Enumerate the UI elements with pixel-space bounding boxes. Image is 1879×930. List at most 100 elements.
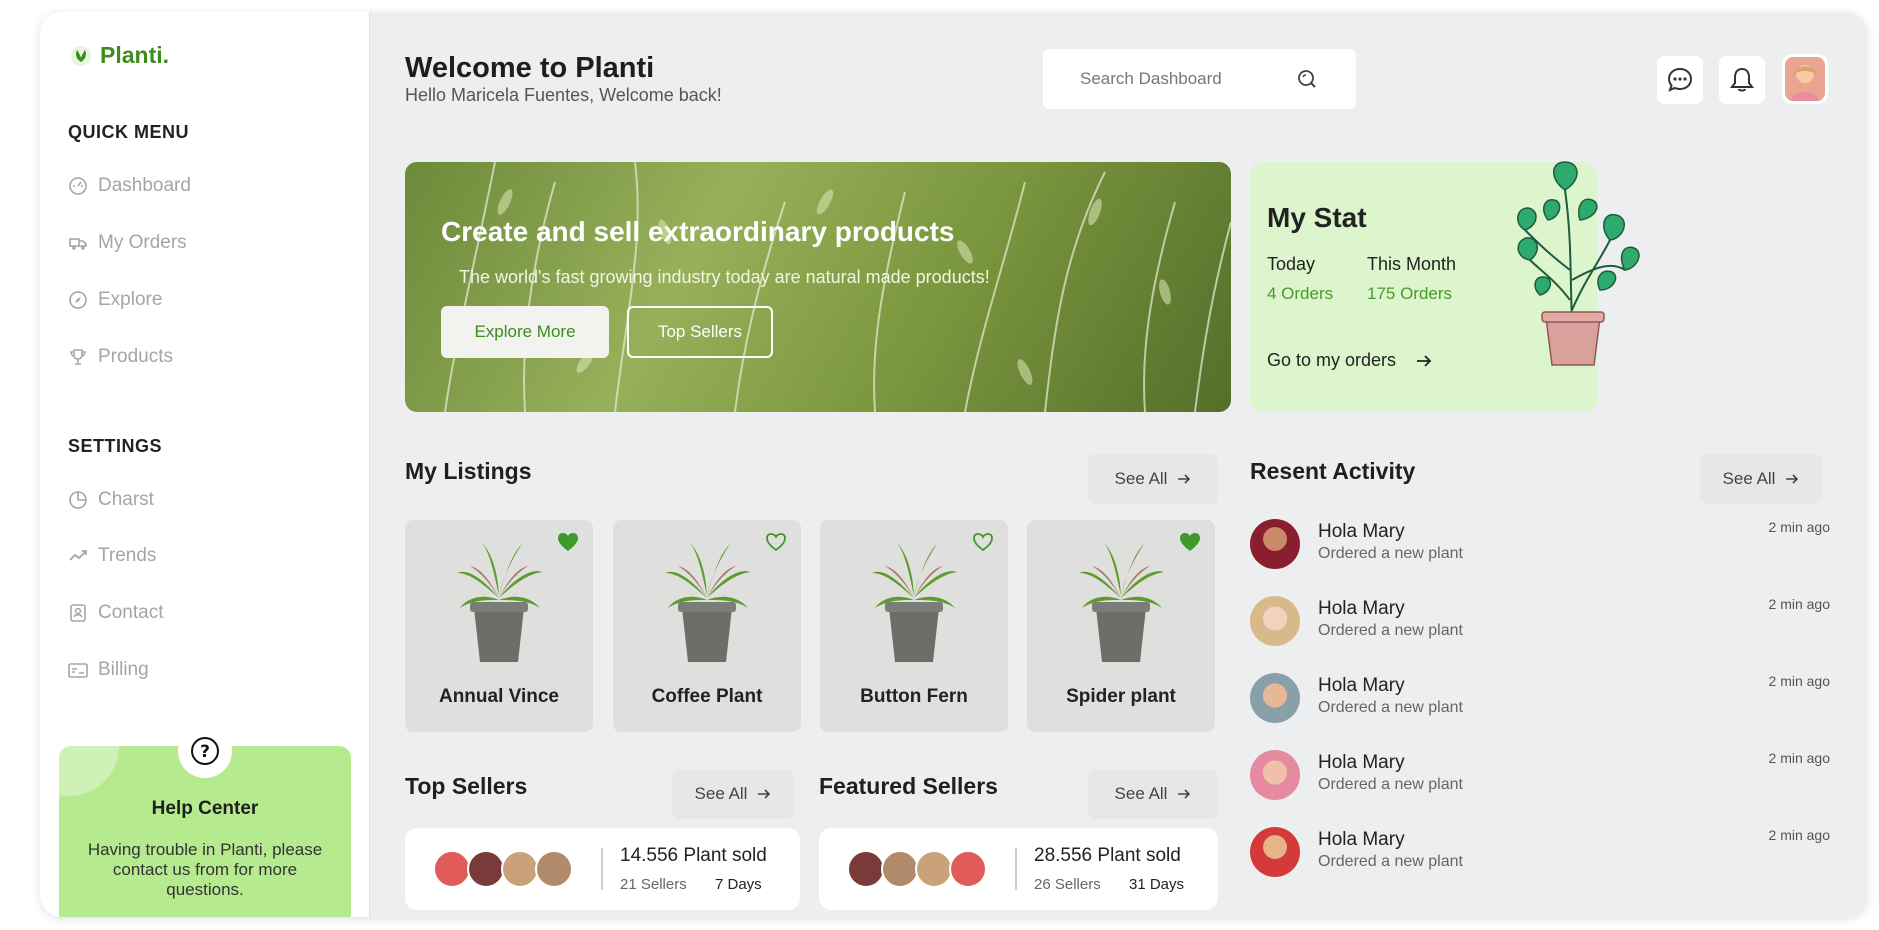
hero-title: Create and sell extraordinary products (441, 216, 955, 247)
avatar (1250, 827, 1300, 877)
messages-button[interactable] (1657, 56, 1703, 104)
stat-today-label: Today (1267, 254, 1316, 274)
period-label: 7 Days (715, 876, 762, 893)
period-label: 31 Days (1129, 876, 1185, 893)
hero-banner: Create and sell extraordinary products T… (405, 162, 1231, 412)
search-placeholder: Search Dashboard (1080, 69, 1222, 88)
page-subtitle: Hello Maricela Fuentes, Welcome back! (405, 85, 722, 105)
listing-card[interactable]: Annual Vince (405, 520, 593, 732)
listing-name: Button Fern (860, 686, 968, 707)
sidebar-item-trends[interactable]: Trends (68, 545, 156, 567)
decorative-blob (59, 746, 119, 796)
sidebar-item-contact[interactable]: Contact (68, 602, 163, 624)
sidebar-item-dashboard[interactable]: Dashboard (68, 175, 191, 197)
avatar (1250, 519, 1300, 569)
arrow-right-icon (758, 789, 771, 799)
sidebar-item-label: Explore (98, 289, 163, 310)
contact-icon (70, 604, 86, 622)
brand-logo[interactable]: Planti. (70, 42, 169, 69)
avatar (535, 850, 573, 888)
go-to-orders-link[interactable]: Go to my orders (1267, 350, 1432, 371)
search-icon[interactable] (1296, 68, 1318, 90)
pie-chart-icon (69, 491, 87, 509)
featured-sellers-see-all-button[interactable]: See All (1088, 769, 1218, 819)
listings-see-all-button[interactable]: See All (1088, 454, 1218, 504)
sidebar-item-label: Billing (98, 659, 149, 680)
activity-item[interactable]: Hola Mary Ordered a new plant 2 min ago (1250, 673, 1830, 733)
avatar (1250, 750, 1300, 800)
sidebar-item-label: Contact (98, 602, 164, 623)
explore-more-button[interactable]: Explore More (441, 306, 609, 358)
avatar (1250, 596, 1300, 646)
see-all-label: See All (1114, 469, 1168, 488)
avatar (1250, 673, 1300, 723)
quick-menu-title: QUICK MENU (68, 122, 189, 142)
heart-filled-icon[interactable] (1179, 532, 1201, 552)
sidebar-item-charst[interactable]: Charst (68, 489, 154, 511)
chat-icon (1667, 67, 1693, 92)
activity-item[interactable]: Hola Mary Ordered a new plant 2 min ago (1250, 596, 1830, 656)
top-sellers-summary: 14.556 Plant sold 21 Sellers 7 Days (405, 828, 800, 910)
listing-card[interactable]: Button Fern (820, 520, 1008, 732)
trend-icon (69, 550, 87, 561)
activity-time: 2 min ago (1768, 596, 1830, 612)
activity-item[interactable]: Hola Mary Ordered a new plant 2 min ago (1250, 519, 1830, 579)
activity-item[interactable]: Hola Mary Ordered a new plant 2 min ago (1250, 827, 1830, 887)
activity-name: Hola Mary (1318, 829, 1405, 850)
avatar (433, 850, 471, 888)
go-to-orders-label: Go to my orders (1267, 350, 1397, 370)
help-button[interactable]: ? (178, 724, 232, 778)
plant-image (1079, 543, 1164, 662)
top-sellers-button[interactable]: Top Sellers (627, 306, 773, 358)
arrow-right-icon (1178, 789, 1191, 799)
seller-avatars (433, 850, 573, 888)
stat-month-value: 175 Orders (1367, 284, 1453, 303)
sidebar-item-billing[interactable]: Billing (68, 659, 149, 681)
arrow-right-icon (1417, 354, 1432, 367)
compass-icon (69, 291, 87, 309)
notifications-button[interactable] (1719, 56, 1765, 104)
heart-filled-icon[interactable] (557, 532, 579, 552)
settings-title: SETTINGS (68, 436, 163, 456)
stat-title: My Stat (1267, 202, 1367, 233)
bell-icon (1730, 67, 1754, 92)
sidebar-item-label: Dashboard (98, 175, 191, 196)
activity-time: 2 min ago (1768, 827, 1830, 843)
top-sellers-see-all-button[interactable]: See All (672, 769, 794, 819)
activity-item[interactable]: Hola Mary Ordered a new plant 2 min ago (1250, 750, 1830, 810)
sidebar-item-label: Charst (98, 489, 154, 510)
plant-image (665, 543, 750, 662)
heart-outline-icon[interactable] (765, 532, 787, 552)
sidebar-item-explore[interactable]: Explore (68, 289, 162, 311)
activity-desc: Ordered a new plant (1318, 622, 1463, 639)
search-input[interactable]: Search Dashboard (1043, 49, 1356, 109)
sellers-count: 26 Sellers (1034, 876, 1101, 893)
avatar (847, 850, 885, 888)
avatar (915, 850, 953, 888)
activity-name: Hola Mary (1318, 675, 1405, 696)
profile-avatar-button[interactable] (1782, 54, 1828, 104)
activity-see-all-button[interactable]: See All (1700, 454, 1822, 504)
listing-card[interactable]: Coffee Plant (613, 520, 801, 732)
sidebar-item-label: Trends (98, 545, 157, 566)
sidebar-item-products[interactable]: Products (68, 346, 173, 368)
sidebar-item-my-orders[interactable]: My Orders (68, 232, 187, 254)
trophy-icon (70, 349, 86, 365)
activity-time: 2 min ago (1768, 750, 1830, 766)
avatar (881, 850, 919, 888)
seller-avatars (847, 850, 987, 888)
page-title: Welcome to Planti (405, 52, 655, 84)
activity-time: 2 min ago (1768, 673, 1830, 689)
listing-name: Annual Vince (438, 686, 559, 707)
listing-card[interactable]: Spider plant (1027, 520, 1215, 732)
top-sellers-title: Top Sellers (405, 773, 528, 799)
stat-today-value: 4 Orders (1267, 284, 1334, 303)
plant-image (457, 543, 542, 662)
listing-name: Spider plant (1066, 686, 1176, 707)
stat-month-label: This Month (1367, 254, 1457, 274)
activity-time: 2 min ago (1768, 519, 1830, 535)
activity-desc: Ordered a new plant (1318, 853, 1463, 870)
recent-activity-title: Resent Activity (1250, 458, 1416, 484)
svg-text:?: ? (200, 742, 210, 762)
heart-outline-icon[interactable] (972, 532, 994, 552)
